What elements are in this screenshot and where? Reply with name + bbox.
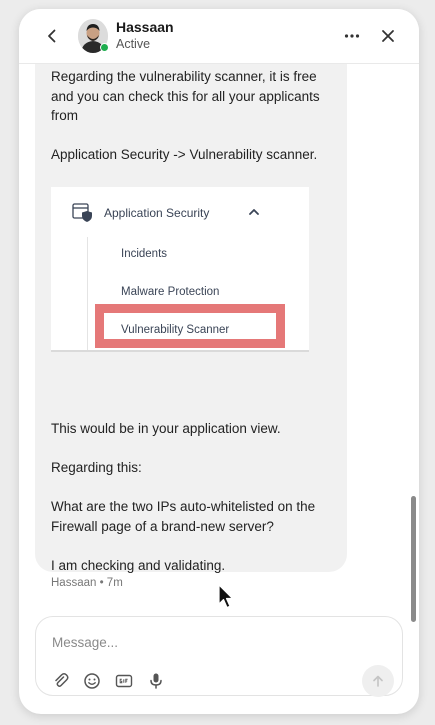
microphone-icon[interactable]: [147, 672, 165, 690]
embed-item-malware-protection: Malware Protection: [121, 286, 220, 298]
mouse-cursor-icon: [218, 584, 234, 609]
application-security-icon: [72, 203, 92, 222]
tree-line: [87, 237, 88, 350]
contact-name: Hassaan: [116, 19, 174, 35]
chevron-up-icon: [249, 209, 259, 215]
message-meta: Hassaan • 7m: [51, 577, 123, 589]
message-line: Firewall page of a brand-new server?: [51, 519, 274, 534]
arrow-up-icon: [373, 675, 383, 687]
chevron-left-icon: [48, 29, 56, 43]
message-line: I am checking and validating.: [51, 558, 226, 573]
message-line: and you can check this for all your appl…: [51, 89, 320, 104]
embedded-screenshot: Application Security Incidents Malware P…: [51, 187, 309, 352]
emoji-icon[interactable]: [83, 672, 101, 690]
close-icon: [382, 30, 394, 42]
highlight-box: [95, 304, 285, 348]
gif-icon[interactable]: [115, 672, 133, 690]
paperclip-icon[interactable]: [52, 672, 70, 690]
embed-app-title: Application Security: [104, 206, 210, 220]
close-button[interactable]: [377, 25, 399, 47]
contact-status: Active: [116, 37, 151, 51]
send-button[interactable]: [362, 665, 394, 697]
message-bubble: Regarding the vulnerability scanner, it …: [35, 64, 347, 573]
chat-header: Hassaan Active: [19, 9, 419, 64]
message-list[interactable]: Regarding the vulnerability scanner, it …: [19, 64, 419, 614]
message-line: This would be in your application view.: [51, 421, 281, 436]
more-options-button[interactable]: [341, 25, 363, 47]
message-line: Regarding this:: [51, 460, 142, 475]
back-button[interactable]: [41, 25, 63, 47]
online-status-dot: [100, 43, 109, 52]
embed-item-incidents: Incidents: [121, 248, 168, 260]
message-line: What are the two IPs auto-whitelisted on…: [51, 499, 316, 514]
more-horizontal-icon: [344, 34, 360, 38]
message-line: from: [51, 108, 78, 123]
message-input[interactable]: [52, 631, 372, 653]
scrollbar-thumb[interactable]: [411, 496, 416, 622]
message-composer: [35, 616, 403, 697]
message-line: Regarding the vulnerability scanner, it …: [51, 69, 317, 84]
message-line: Application Security -> Vulnerability sc…: [51, 147, 318, 162]
